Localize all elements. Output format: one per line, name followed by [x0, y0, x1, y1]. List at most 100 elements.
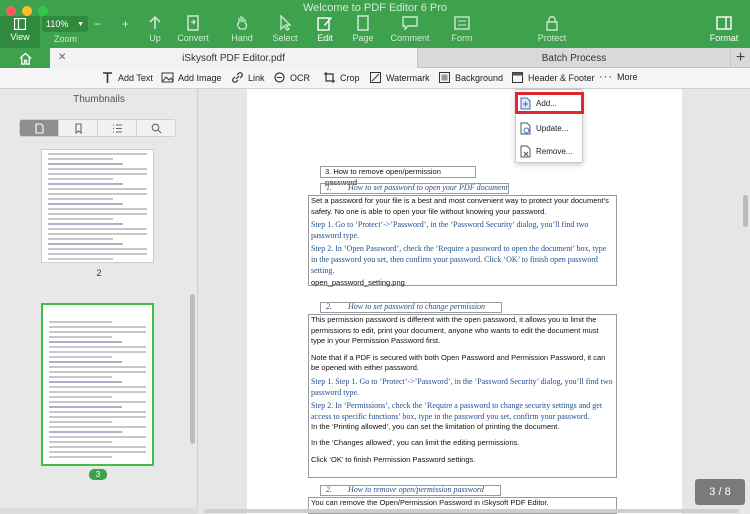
heading-3: 2. How to remove open/permission password [326, 485, 484, 494]
convert-button[interactable]: Convert [171, 14, 215, 43]
menu-item-add[interactable]: Add... [515, 92, 584, 114]
zoom-select[interactable]: 110% ▼ [42, 16, 88, 32]
paragraph-3: You can remove the Open/Permission Passw… [311, 498, 549, 507]
tab-search[interactable] [137, 120, 175, 136]
header-footer-label: Header & Footer [528, 72, 595, 83]
header-footer-button[interactable]: Header & Footer [511, 71, 595, 84]
sidebar-tabs [19, 119, 176, 137]
watermark-button[interactable]: Watermark [369, 71, 430, 84]
text-icon [103, 72, 112, 83]
hand-label: Hand [231, 33, 253, 43]
comment-button[interactable]: Comment [388, 14, 432, 43]
paragraph-1: Set a password for your file is a best a… [311, 196, 609, 216]
main-toolbar: Welcome to PDF Editor 6 Pro View 110% ▼ … [0, 0, 750, 48]
zoom-out-button[interactable]: − [94, 17, 101, 31]
add-image-button[interactable]: Add Image [161, 71, 222, 84]
view-button[interactable]: View [0, 16, 40, 48]
page-counter: 3 / 8 [695, 479, 745, 505]
close-tab-icon[interactable]: ✕ [58, 52, 66, 63]
background-button[interactable]: Background [438, 71, 503, 84]
heading-3-text: How to remove open/permission password [348, 485, 484, 494]
cursor-icon [280, 14, 292, 31]
heading-1-number: 1. [326, 183, 332, 192]
window-title: Welcome to PDF Editor 6 Pro [302, 2, 448, 14]
heading-1-text: How to set password to open your PDF doc… [348, 183, 508, 192]
paragraph-2-note: Note that if a PDF is secured with both … [311, 352, 606, 373]
format-button[interactable]: Format [702, 14, 746, 43]
form-button[interactable]: Form [440, 14, 484, 43]
paragraph-2-print: In the ‘Printing allowed’, you can set t… [311, 421, 560, 431]
add-image-label: Add Image [178, 72, 222, 83]
heading-3-number: 2. [326, 485, 332, 494]
select-button[interactable]: Select [263, 14, 307, 43]
section-title-box[interactable]: 3. How to remove open/permission passwor… [320, 166, 476, 187]
document-horizontal-scrollbar[interactable] [204, 509, 739, 513]
crop-button[interactable]: Crop [323, 71, 360, 84]
link-label: Link [248, 72, 265, 83]
add-tab-button[interactable]: + [730, 48, 750, 68]
text-block-2[interactable]: This permission password is different wi… [308, 314, 617, 478]
sidebar-scrollbar[interactable] [190, 294, 195, 444]
page-thumbnail-icon [34, 122, 44, 134]
tab-bar: ✕ iSkysoft PDF Editor.pdf Batch Process … [0, 48, 750, 68]
bookmark-icon [74, 122, 82, 134]
menu-item-update[interactable]: Update... [520, 119, 582, 137]
comment-label: Comment [390, 33, 430, 43]
document-view: 3. How to remove open/permission passwor… [199, 89, 750, 514]
protect-button[interactable]: Protect [530, 14, 574, 43]
link-icon [232, 72, 243, 83]
edit-label: Edit [317, 33, 333, 43]
tab-thumbnails[interactable] [20, 120, 59, 136]
thumbnail-page-number-selected: 3 [89, 469, 107, 480]
watermark-icon [370, 72, 381, 83]
app-window: Welcome to PDF Editor 6 Pro View 110% ▼ … [0, 0, 750, 514]
document-vertical-scrollbar[interactable] [743, 195, 748, 227]
text-block-1[interactable]: Set a password for your file is a best a… [308, 195, 617, 287]
hand-button[interactable]: Hand [220, 14, 264, 43]
home-icon [18, 52, 32, 65]
zoom-value: 110% [46, 19, 69, 29]
paragraph-1-step2: Step 2. In ‘Open Password’, check the ‘R… [311, 244, 607, 275]
remove-page-icon [520, 145, 531, 157]
crop-label: Crop [340, 72, 360, 83]
more-dots-icon: ··· [599, 71, 613, 83]
tab-document[interactable]: ✕ iSkysoft PDF Editor.pdf [50, 48, 418, 68]
search-icon [151, 123, 161, 133]
more-label: More [617, 72, 638, 82]
page-thumbnail-2[interactable] [41, 149, 154, 263]
paragraph-2-step1: Step 1. Step 1. Go to ‘Protect’->’Passwo… [311, 376, 613, 397]
sidebar-horizontal-scrollbar[interactable] [0, 508, 198, 514]
hand-icon [236, 16, 248, 30]
background-label: Background [455, 72, 504, 83]
image-icon [161, 72, 174, 83]
heading-2-number: 2. [326, 302, 332, 311]
paragraph-2-ok: Click ‘OK’ to finish Permission Password… [311, 454, 476, 464]
up-label: Up [149, 33, 161, 43]
tab-bookmarks[interactable] [59, 120, 98, 136]
zoom-in-button[interactable]: + [122, 17, 129, 31]
background-icon [439, 72, 450, 83]
menu-item-remove-label: Remove... [536, 146, 573, 156]
thumbnail-page-number: 2 [96, 268, 102, 278]
ocr-label: OCR [290, 72, 310, 83]
tab-outline[interactable] [98, 120, 137, 136]
paragraph-1-step1: Step 1. Go to ‘Protect’->’Password’, in … [311, 220, 589, 240]
menu-item-remove[interactable]: Remove... [520, 142, 582, 160]
ocr-button[interactable]: OCR [273, 71, 310, 84]
tab-batch-process[interactable]: Batch Process [418, 48, 730, 68]
edit-toolbar: Add Text Add Image Link OCR Crop Waterma… [0, 68, 750, 89]
home-tab[interactable] [0, 48, 50, 68]
page-icon [357, 15, 369, 31]
page-button[interactable]: Page [341, 14, 385, 43]
paragraph-2: This permission password is different wi… [311, 315, 599, 345]
thumbnail-sidebar: Thumbnails 2 3 [0, 89, 198, 514]
view-icon [13, 17, 27, 31]
watermark-label: Watermark [386, 72, 430, 83]
protect-label: Protect [537, 33, 567, 43]
pdf-page: 3. How to remove open/permission passwor… [247, 89, 682, 514]
more-button[interactable]: ··· More [599, 71, 638, 83]
page-thumbnail-3[interactable] [41, 303, 154, 466]
add-text-button[interactable]: Add Text [101, 71, 153, 84]
form-label: Form [451, 33, 473, 43]
link-button[interactable]: Link [231, 71, 265, 84]
